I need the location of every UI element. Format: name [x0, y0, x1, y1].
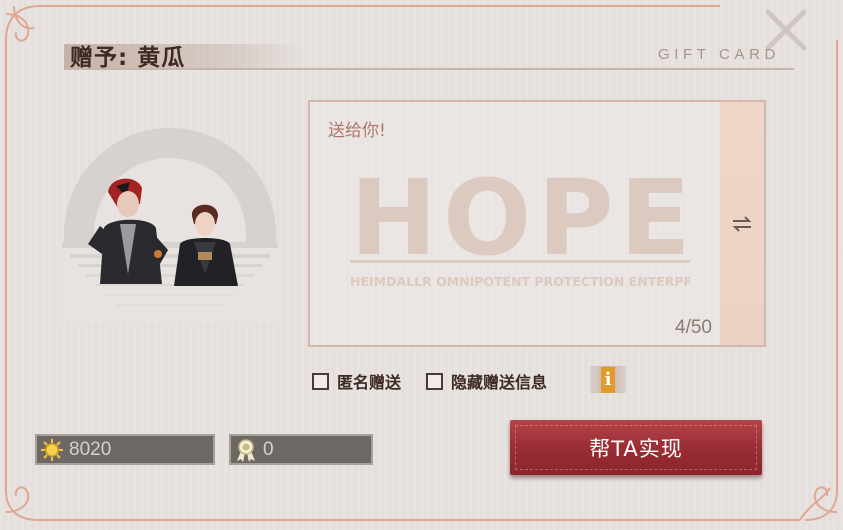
recipient-avatar [60, 124, 280, 340]
message-text: 送给你! [328, 121, 386, 141]
hide-info-checkbox[interactable] [426, 372, 443, 390]
message-box[interactable]: HOPE HEIMDALLR OMNIPOTENT PROTECTION ENT… [308, 100, 766, 347]
ticket-balance: 0 [229, 434, 373, 465]
info-button[interactable]: i [590, 366, 626, 393]
dialog-title: 赠予: 黄瓜 [70, 45, 186, 71]
coin-value: 8020 [69, 438, 112, 460]
anonymous-checkbox[interactable] [312, 372, 329, 390]
ribbon-badge-icon [237, 438, 255, 462]
hide-info-label: 隐藏赠送信息 [451, 373, 548, 392]
ticket-value: 0 [263, 438, 274, 460]
anonymous-label: 匿名赠送 [337, 373, 402, 392]
coin-balance: 8020 [35, 434, 215, 465]
hope-watermark: HOPE HEIMDALLR OMNIPOTENT PROTECTION ENT… [350, 162, 690, 289]
sun-coin-icon [41, 438, 63, 461]
swap-message-button[interactable] [720, 102, 764, 345]
confirm-gift-button[interactable]: 帮TA实现 [510, 420, 762, 475]
swap-icon [732, 216, 752, 232]
anonymous-option[interactable]: 匿名赠送 [312, 369, 401, 393]
confirm-gift-label: 帮TA实现 [589, 436, 683, 461]
title-divider [64, 68, 794, 70]
hide-info-option[interactable]: 隐藏赠送信息 [426, 369, 547, 393]
gift-card-label: GIFT CARD [658, 46, 780, 63]
watermark-subtitle: HEIMDALLR OMNIPOTENT PROTECTION ENTERPRI… [350, 274, 690, 289]
character-counter: 4/50 [675, 317, 712, 338]
character-illustration [60, 128, 280, 340]
info-icon: i [601, 367, 615, 393]
